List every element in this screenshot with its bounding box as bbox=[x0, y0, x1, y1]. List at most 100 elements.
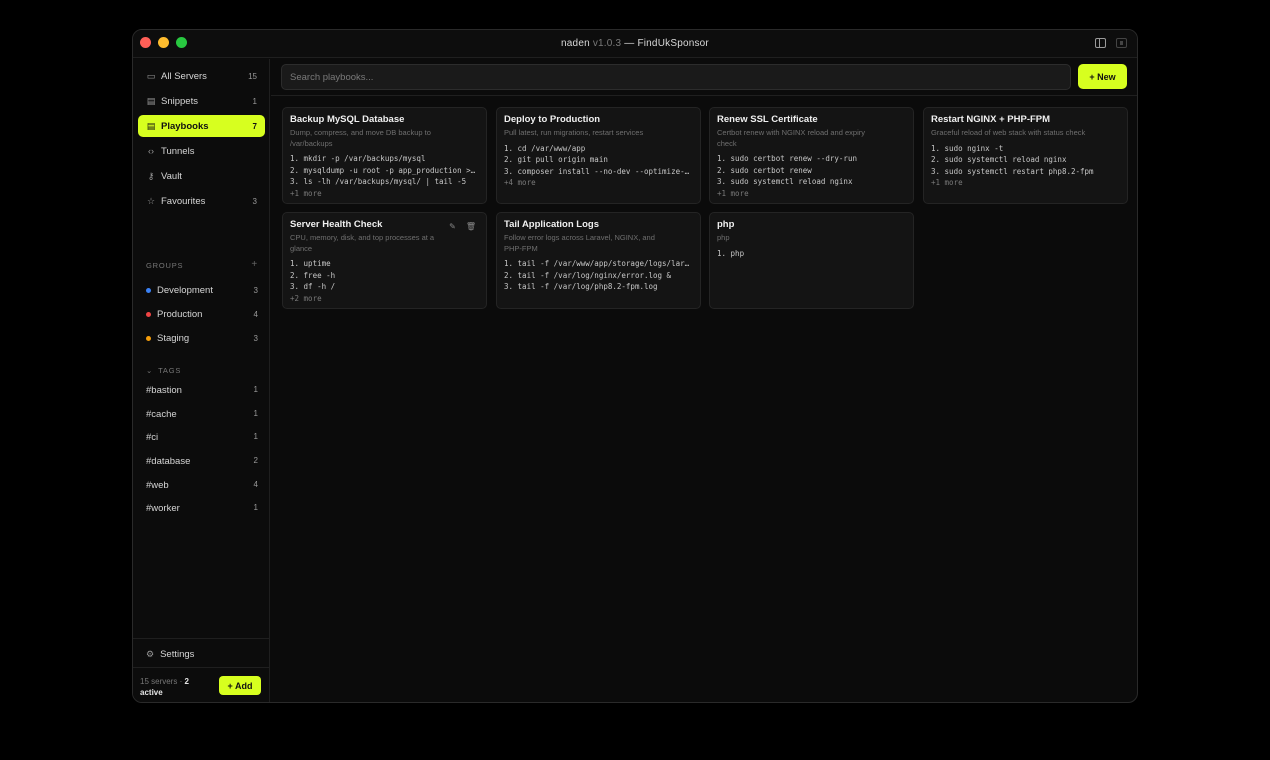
playbook-card[interactable]: Renew SSL Certificate Certbot renew with … bbox=[709, 107, 914, 204]
app-version: v1.0.3 bbox=[592, 38, 622, 49]
sidebar-item-label: Snippets bbox=[161, 95, 198, 107]
server-status: 15 servers · 2 active bbox=[140, 676, 220, 698]
tags-header[interactable]: ⌄ TAGS bbox=[146, 366, 258, 375]
sidebar-item-label: Vault bbox=[161, 170, 182, 182]
sidebar-item-count: 15 bbox=[248, 71, 257, 81]
tag-count: 1 bbox=[253, 432, 258, 441]
group-label: Production bbox=[157, 309, 203, 320]
divider bbox=[133, 667, 269, 668]
status-count: 15 servers · bbox=[140, 677, 183, 686]
playbook-step: 1. php bbox=[717, 248, 745, 258]
gear-icon: ⚙ bbox=[146, 649, 155, 659]
document-icon: ▤ bbox=[146, 95, 156, 106]
tag-label: #bastion bbox=[146, 385, 182, 396]
tag-label: #cache bbox=[146, 409, 177, 420]
toggle-sidebar-icon[interactable] bbox=[1095, 38, 1106, 48]
add-server-button[interactable]: + Add bbox=[219, 676, 261, 695]
chevron-down-icon: ⌄ bbox=[146, 366, 154, 375]
playbook-card[interactable]: Tail Application Logs Follow error logs a… bbox=[496, 212, 701, 309]
group-count: 3 bbox=[253, 286, 258, 295]
playbook-title: Backup MySQL Database bbox=[290, 114, 405, 125]
playbook-description: Follow error logs across Laravel, NGINX,… bbox=[504, 233, 655, 253]
sidebar-item-count: 1 bbox=[252, 96, 257, 106]
group-color-dot bbox=[146, 336, 151, 341]
search-input[interactable] bbox=[281, 64, 1071, 90]
playbook-step: 3. sudo systemctl restart php8.2-fpm bbox=[931, 166, 1094, 176]
window-title: naden v1.0.3 — FindUkSponsor bbox=[133, 38, 1137, 49]
group-color-dot bbox=[146, 312, 151, 317]
playbook-card[interactable]: Backup MySQL Database Dump, compress, and… bbox=[282, 107, 487, 204]
app-name: naden bbox=[561, 38, 590, 49]
sidebar-item-favourites[interactable]: ☆ Favourites 3 bbox=[138, 190, 265, 212]
tag-item-worker[interactable]: #worker 1 bbox=[146, 503, 258, 514]
titlebar: naden v1.0.3 — FindUkSponsor bbox=[133, 30, 1137, 58]
tags-header-label: TAGS bbox=[158, 366, 182, 375]
sidebar-item-playbooks[interactable]: ▤ Playbooks 7 bbox=[138, 115, 265, 137]
tag-item-bastion[interactable]: #bastion 1 bbox=[146, 385, 258, 396]
groups-header: GROUPS + bbox=[146, 259, 258, 270]
star-icon: ☆ bbox=[146, 195, 156, 206]
tag-count: 4 bbox=[253, 480, 258, 489]
playbook-step: 2. tail -f /var/log/nginx/error.log & bbox=[504, 270, 672, 280]
app-window: naden v1.0.3 — FindUkSponsor GROUPS + ⌄ … bbox=[132, 29, 1138, 703]
key-icon: ⚷ bbox=[147, 170, 155, 181]
sidebar-item-tunnels[interactable]: ‹› Tunnels bbox=[138, 140, 265, 162]
playbook-title: Deploy to Production bbox=[504, 114, 601, 125]
sidebar: GROUPS + ⌄ TAGS ⚙ Settings 15 servers · … bbox=[133, 59, 270, 702]
new-playbook-button[interactable]: + New bbox=[1078, 64, 1127, 89]
playbook-description: Pull latest, run migrations, restart ser… bbox=[504, 128, 644, 137]
playbook-step: 1. sudo nginx -t bbox=[931, 143, 1004, 153]
tag-count: 1 bbox=[253, 409, 258, 418]
tag-item-ci[interactable]: #ci 1 bbox=[146, 432, 258, 443]
tag-item-web[interactable]: #web 4 bbox=[146, 480, 258, 491]
group-item-production[interactable]: Production 4 bbox=[146, 309, 258, 320]
sidebar-item-label: Tunnels bbox=[161, 145, 195, 157]
sidebar-item-count: 7 bbox=[252, 121, 257, 131]
trash-icon[interactable]: 🗑 bbox=[466, 222, 476, 231]
titlebar-actions bbox=[1095, 38, 1127, 48]
add-group-icon[interactable]: + bbox=[251, 259, 258, 270]
sidebar-item-vault[interactable]: ⚷ Vault bbox=[138, 165, 265, 187]
sidebar-item-label: Playbooks bbox=[161, 120, 209, 132]
playbook-icon: ▤ bbox=[146, 120, 156, 131]
sidebar-item-all-servers[interactable]: ▭ All Servers 15 bbox=[138, 65, 265, 87]
playbook-description: Certbot renew with NGINX reload and expi… bbox=[717, 128, 865, 148]
playbook-step: 2. mysqldump -u root -p app_production >… bbox=[290, 165, 479, 175]
group-item-staging[interactable]: Staging 3 bbox=[146, 333, 258, 344]
status-active-label: active bbox=[140, 688, 163, 697]
sidebar-item-label: Favourites bbox=[161, 195, 206, 207]
playbook-step: 3. df -h / bbox=[290, 282, 336, 291]
status-active-count: 2 bbox=[184, 677, 189, 686]
sidebar-item-snippets[interactable]: ▤ Snippets 1 bbox=[138, 90, 265, 112]
playbook-description: Graceful reload of web stack with status… bbox=[931, 128, 1086, 137]
tag-label: #ci bbox=[146, 432, 159, 443]
playbook-title: php bbox=[717, 219, 735, 230]
playbook-card[interactable]: Restart NGINX + PHP-FPM Graceful reload o… bbox=[923, 107, 1128, 204]
tag-item-cache[interactable]: #cache 1 bbox=[146, 409, 258, 420]
edit-icon[interactable]: ✎ bbox=[449, 222, 456, 231]
playbook-step: 2. sudo certbot renew bbox=[717, 165, 812, 175]
playbook-card[interactable]: php php 1. php bbox=[709, 212, 914, 309]
main-panel: + New Backup MySQL Database Dump, compres… bbox=[271, 59, 1137, 702]
playbook-description: Dump, compress, and move DB backup to /v… bbox=[290, 128, 431, 148]
playbook-step: 3. composer install --no-dev --optimize-… bbox=[504, 166, 693, 176]
playbook-step: 3. sudo systemctl reload nginx bbox=[717, 177, 853, 186]
group-color-dot bbox=[146, 288, 151, 293]
panel-icon[interactable] bbox=[1116, 38, 1127, 48]
tag-item-database[interactable]: #database 2 bbox=[146, 456, 258, 467]
playbook-title: Restart NGINX + PHP-FPM bbox=[931, 114, 1051, 125]
settings-item[interactable]: ⚙ Settings bbox=[146, 649, 194, 660]
playbook-step: 2. git pull origin main bbox=[504, 155, 608, 164]
divider bbox=[133, 638, 269, 639]
sidebar-item-count: 3 bbox=[252, 196, 257, 206]
group-item-development[interactable]: Development 3 bbox=[146, 285, 258, 296]
group-label: Staging bbox=[157, 333, 190, 344]
playbook-card[interactable]: Deploy to Production Pull latest, run mig… bbox=[496, 107, 701, 204]
playbook-step: 3. tail -f /var/log/php8.2-fpm.log bbox=[504, 282, 658, 291]
playbook-more-steps: +1 more bbox=[290, 188, 322, 198]
playbook-card[interactable]: Server Health Check CPU, memory, disk, an… bbox=[282, 212, 487, 309]
playbook-step: 2. free -h bbox=[290, 270, 336, 280]
playbook-description: CPU, memory, disk, and top processes at … bbox=[290, 233, 435, 253]
playbook-more-steps: +4 more bbox=[504, 178, 536, 187]
playbook-description: php bbox=[717, 233, 730, 242]
